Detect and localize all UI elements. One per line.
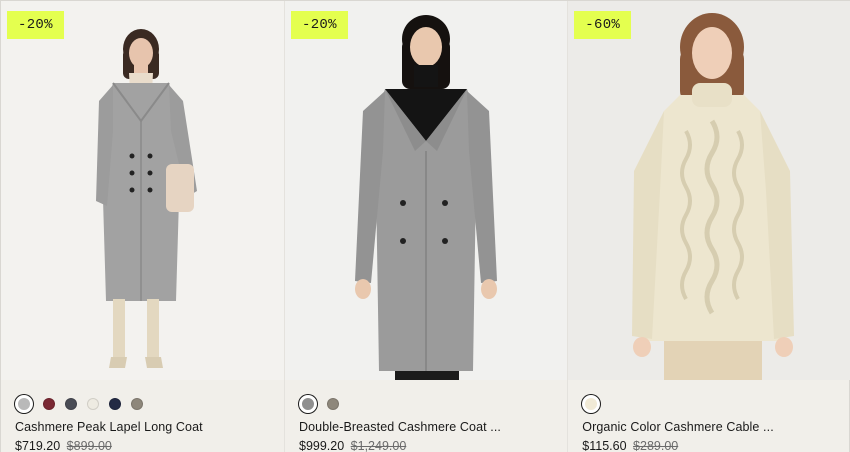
color-swatch[interactable] [15, 394, 33, 413]
color-swatch[interactable] [65, 397, 77, 410]
product-name[interactable]: Organic Color Cashmere Cable ... [568, 420, 850, 434]
discount-badge: -60% [574, 11, 632, 39]
sale-price: $999.20 [299, 439, 345, 452]
product-card[interactable]: -20% [284, 1, 568, 452]
original-price: $289.00 [633, 439, 679, 452]
discount-badge: -20% [7, 11, 64, 39]
product-image[interactable]: -20% [285, 1, 568, 381]
original-price: $899.00 [66, 439, 112, 452]
color-swatch[interactable] [109, 397, 121, 410]
model-double-breasted-coat-illustration [355, 15, 497, 381]
product-name[interactable]: Double-Breasted Cashmere Coat ... [285, 420, 567, 434]
sale-price: $115.60 [582, 439, 627, 452]
color-swatch[interactable] [582, 394, 601, 413]
color-swatch[interactable] [131, 397, 143, 410]
discount-badge: -20% [291, 11, 348, 39]
color-swatches [285, 380, 567, 418]
color-swatches [1, 380, 284, 418]
product-image[interactable]: -20% [1, 1, 284, 381]
product-grid: -20% Cashmere Peak Lapel Long Coat $719.… [0, 0, 850, 452]
sale-price: $719.20 [15, 439, 61, 452]
color-swatch[interactable] [327, 397, 339, 410]
product-price-row: $719.20 $899.00 [1, 434, 284, 452]
model-cable-sweater-illustration [632, 13, 795, 381]
product-card[interactable]: -60% Organic Color Cashmere Cable ... $1… [567, 1, 850, 452]
color-swatch[interactable] [43, 397, 55, 410]
color-swatch[interactable] [299, 394, 317, 413]
color-swatches [568, 380, 850, 418]
product-name[interactable]: Cashmere Peak Lapel Long Coat [1, 420, 284, 434]
product-image[interactable]: -60% [568, 1, 850, 381]
product-price-row: $115.60 $289.00 [568, 434, 850, 452]
product-price-row: $999.20 $1,249.00 [285, 434, 567, 452]
model-long-coat-illustration [96, 29, 197, 368]
original-price: $1,249.00 [350, 439, 407, 452]
color-swatch[interactable] [87, 397, 99, 410]
product-card[interactable]: -20% [1, 1, 284, 452]
